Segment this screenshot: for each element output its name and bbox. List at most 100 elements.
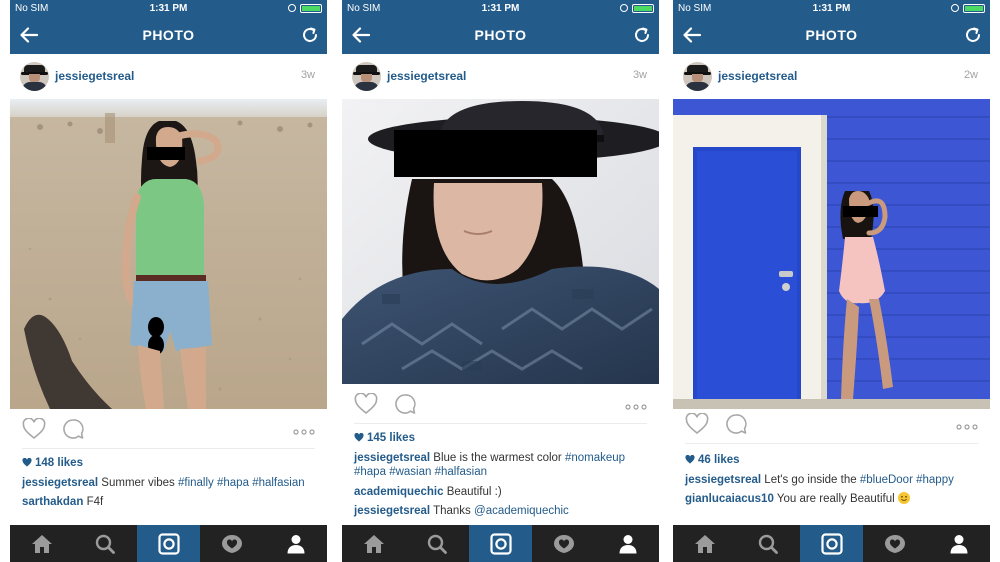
divider — [685, 443, 978, 444]
hashtag-link[interactable]: #halfasian — [435, 466, 487, 478]
caption-username[interactable]: jessiegetsreal — [685, 474, 761, 486]
comment-bubble-icon[interactable] — [62, 418, 84, 445]
tab-activity[interactable] — [200, 525, 263, 562]
status-time: 1:31 PM — [149, 3, 188, 14]
hashtag-link[interactable]: #finally — [178, 477, 214, 489]
small-heart-icon — [22, 458, 32, 467]
likes-count[interactable]: 46 likes — [685, 453, 980, 468]
comment-bubble-icon[interactable] — [394, 393, 416, 420]
avatar[interactable] — [683, 62, 712, 91]
hashtag-link[interactable]: #halfasian — [252, 477, 304, 489]
more-options-icon[interactable] — [293, 422, 315, 440]
hashtag-link[interactable]: #wasian — [389, 466, 431, 478]
likes-count-label: 46 likes — [698, 454, 740, 466]
status-bar: No SIM 1:31 PM — [673, 0, 990, 18]
tab-camera[interactable] — [800, 525, 863, 562]
tab-activity[interactable] — [532, 525, 595, 562]
hashtag-link[interactable]: #happy — [916, 474, 954, 486]
hashtag-link[interactable]: #hapa — [354, 466, 386, 478]
tab-bar — [673, 525, 990, 562]
post-photo[interactable] — [10, 99, 327, 409]
like-heart-icon[interactable] — [354, 392, 378, 420]
tab-profile[interactable] — [596, 525, 659, 562]
post-actions — [10, 412, 327, 450]
page-title: PHOTO — [474, 27, 527, 43]
refresh-icon[interactable] — [301, 26, 319, 49]
more-options-icon[interactable] — [956, 417, 978, 435]
tab-profile[interactable] — [264, 525, 327, 562]
nav-bar: No SIM 1:31 PM PHOTO — [673, 0, 990, 54]
tab-search[interactable] — [405, 525, 468, 562]
tab-activity[interactable] — [863, 525, 926, 562]
post-age: 3w — [632, 69, 647, 81]
comment: academiquechic Beautiful :) — [354, 485, 649, 500]
divider — [354, 423, 647, 424]
caption: jessiegetsreal Blue is the warmest color… — [354, 451, 649, 480]
comment-bubble-icon[interactable] — [725, 413, 747, 440]
tab-camera[interactable] — [137, 525, 200, 562]
post-header: jessiegetsreal 2w — [673, 54, 990, 99]
phone-screen: No SIM 1:31 PM PHOTO jessiegetsreal 3w 1… — [10, 0, 327, 562]
tab-bar — [10, 525, 327, 562]
profile-icon — [287, 534, 304, 553]
post-header: jessiegetsreal 3w — [10, 54, 327, 99]
post-age: 2w — [963, 69, 978, 81]
post-age: 3w — [300, 69, 315, 81]
hashtag-link[interactable]: #hapa — [217, 477, 249, 489]
comment-username[interactable]: gianlucaiacus10 — [685, 493, 774, 505]
caption-username[interactable]: jessiegetsreal — [22, 477, 98, 489]
small-heart-icon — [354, 433, 364, 442]
activity-icon — [553, 534, 574, 553]
hashtag-link[interactable]: #nomakeup — [565, 452, 625, 464]
more-options-icon[interactable] — [625, 397, 647, 415]
comment-username[interactable]: academiquechic — [354, 486, 443, 498]
home-icon — [363, 534, 384, 553]
nav-row: PHOTO — [10, 18, 327, 54]
tab-search[interactable] — [736, 525, 799, 562]
avatar[interactable] — [352, 62, 381, 91]
battery-icon — [963, 4, 985, 13]
comment-text: Thanks — [433, 505, 475, 517]
search-icon — [427, 534, 447, 554]
likes-count[interactable]: 145 likes — [354, 431, 649, 446]
nav-bar: No SIM 1:31 PM PHOTO — [10, 0, 327, 54]
comment-username[interactable]: sarthakdan — [22, 496, 83, 508]
tab-home[interactable] — [10, 525, 73, 562]
likes-count[interactable]: 148 likes — [22, 456, 317, 471]
tab-search[interactable] — [73, 525, 136, 562]
comment: gianlucaiacus10 You are really Beautiful — [685, 492, 980, 507]
tab-camera[interactable] — [469, 525, 532, 562]
home-icon — [31, 534, 52, 553]
post-username[interactable]: jessiegetsreal — [387, 69, 466, 83]
hashtag-link[interactable]: #blueDoor — [860, 474, 913, 486]
likes-count-label: 148 likes — [35, 457, 83, 469]
page-title: PHOTO — [142, 27, 195, 43]
search-icon — [758, 534, 778, 554]
tab-home[interactable] — [673, 525, 736, 562]
like-heart-icon[interactable] — [685, 412, 709, 440]
comment-username[interactable]: jessiegetsreal — [354, 505, 430, 517]
page-title: PHOTO — [805, 27, 858, 43]
caption-text: Blue is the warmest color — [433, 451, 565, 464]
mention-link[interactable]: @academiquechic — [474, 505, 569, 517]
tab-profile[interactable] — [927, 525, 990, 562]
post-photo[interactable] — [673, 99, 990, 409]
refresh-icon[interactable] — [633, 26, 651, 49]
post-username[interactable]: jessiegetsreal — [55, 69, 134, 83]
smile-emoji-icon — [897, 492, 910, 504]
home-icon — [694, 534, 715, 553]
comment-text: You are really Beautiful — [776, 493, 898, 505]
battery-icon — [632, 4, 654, 13]
refresh-icon[interactable] — [964, 26, 982, 49]
avatar[interactable] — [20, 62, 49, 91]
post-photo[interactable] — [342, 99, 659, 384]
post-username[interactable]: jessiegetsreal — [718, 69, 797, 83]
status-time: 1:31 PM — [481, 3, 520, 14]
comment-text: Beautiful :) — [446, 485, 502, 498]
post-header: jessiegetsreal 3w — [342, 54, 659, 99]
nav-row: PHOTO — [673, 18, 990, 54]
like-heart-icon[interactable] — [22, 417, 46, 445]
caption-username[interactable]: jessiegetsreal — [354, 452, 430, 464]
tab-home[interactable] — [342, 525, 405, 562]
post-actions — [342, 387, 659, 425]
